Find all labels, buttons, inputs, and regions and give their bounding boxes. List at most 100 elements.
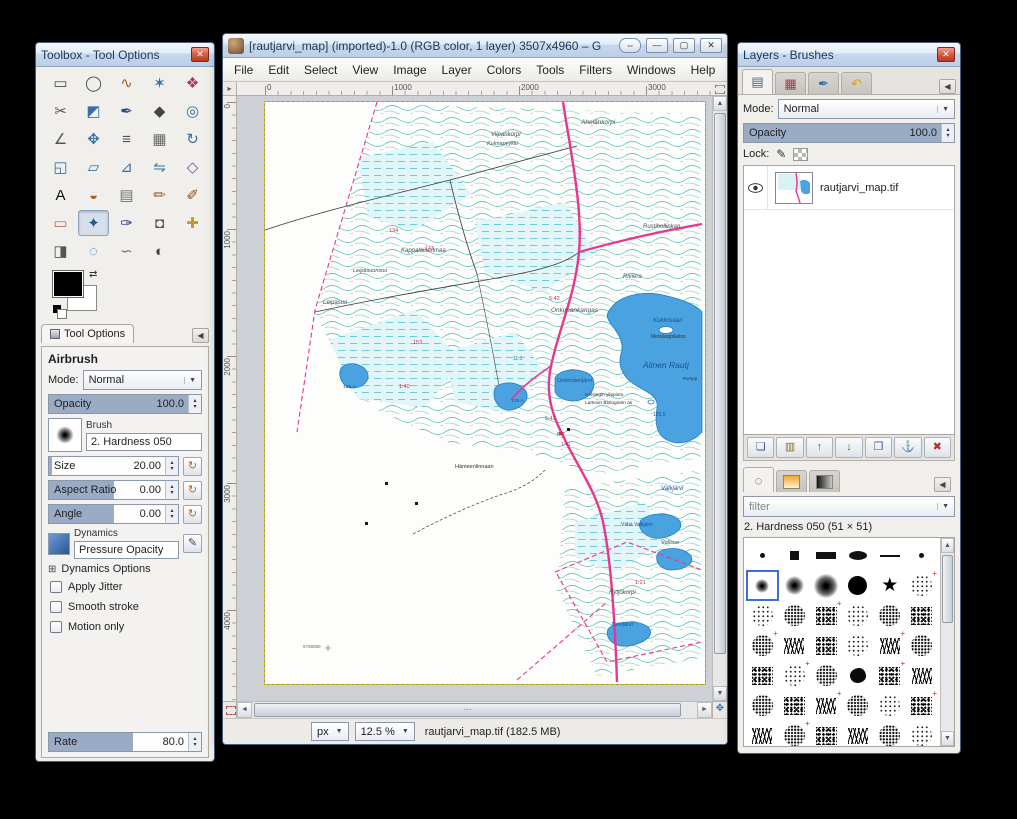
- scroll-down-button[interactable]: ▼: [713, 686, 727, 701]
- brush-scroll-track[interactable]: [941, 553, 954, 731]
- menu-help[interactable]: Help: [684, 61, 723, 79]
- tool-dodge-burn[interactable]: ◐: [144, 238, 175, 264]
- dock-tab-undo-history[interactable]: ↶: [841, 72, 872, 94]
- angle-reset-button[interactable]: ↻: [183, 505, 202, 524]
- lower-layer-button[interactable]: ↓: [835, 437, 862, 458]
- anchor-layer-button[interactable]: ⚓: [894, 437, 921, 458]
- brush-item[interactable]: [843, 541, 874, 570]
- dock-collapse-button[interactable]: ◀: [939, 79, 956, 94]
- brush-item[interactable]: [874, 541, 905, 570]
- layer-opacity-spin-buttons[interactable]: ▴▾: [941, 124, 954, 142]
- tool-eraser[interactable]: ▭: [45, 210, 76, 236]
- tool-smudge[interactable]: ∽: [111, 238, 142, 264]
- size-slider[interactable]: Size 20.00 ▴▾: [48, 456, 179, 476]
- tool-bucket-fill[interactable]: ◒: [78, 182, 109, 208]
- dock-tab-channels[interactable]: ▦: [775, 72, 806, 94]
- tool-zoom[interactable]: ◎: [177, 98, 208, 124]
- canvas-image[interactable]: AhelänkorpiViipankorpiKulmapyykkiRustiho…: [265, 102, 705, 684]
- horizontal-scrollbar[interactable]: ◄ ⋯ ►: [237, 701, 712, 718]
- brush-item[interactable]: [843, 691, 874, 720]
- option-smooth-stroke[interactable]: Smooth stroke: [50, 601, 202, 613]
- brush-scrollbar[interactable]: ▲ ▼: [940, 538, 954, 746]
- minimize-button[interactable]: —: [646, 38, 668, 53]
- tool-text[interactable]: A: [45, 182, 76, 208]
- brush-item[interactable]: [843, 571, 874, 600]
- aspect-reset-button[interactable]: ↻: [183, 481, 202, 500]
- image-titlebar[interactable]: [rautjarvi_map] (imported)-1.0 (RGB colo…: [223, 34, 727, 58]
- angle-spin-buttons[interactable]: ▴▾: [165, 505, 178, 523]
- tool-free-select[interactable]: ∿: [111, 70, 142, 96]
- tool-fuzzy-select[interactable]: ✶: [144, 70, 175, 96]
- layer-thumbnail[interactable]: [775, 172, 813, 204]
- layers-titlebar[interactable]: Layers - Brushes ✕: [738, 43, 960, 67]
- brush-item[interactable]: [906, 541, 937, 570]
- brush-preview-button[interactable]: [48, 418, 82, 452]
- brush-item[interactable]: +: [779, 721, 810, 746]
- tool-airbrush[interactable]: ✦: [78, 210, 109, 236]
- brush-item[interactable]: [906, 601, 937, 630]
- menu-file[interactable]: File: [227, 61, 260, 79]
- tool-paths[interactable]: ✒: [111, 98, 142, 124]
- menu-windows[interactable]: Windows: [620, 61, 683, 79]
- tool-perspective-clone[interactable]: ◨: [45, 238, 76, 264]
- default-colors-icon[interactable]: [53, 305, 61, 313]
- vertical-scrollbar[interactable]: ▲ ▼: [712, 96, 727, 701]
- brush-item[interactable]: [747, 601, 778, 630]
- brush-item[interactable]: +: [906, 571, 937, 600]
- delete-layer-button[interactable]: ✖: [924, 437, 951, 458]
- vertical-ruler[interactable]: 01000200030004000: [223, 96, 237, 701]
- tool-rectangle-select[interactable]: ▭: [45, 70, 76, 96]
- brush-item[interactable]: [843, 601, 874, 630]
- brush-item[interactable]: [779, 691, 810, 720]
- brush-item[interactable]: [843, 661, 874, 690]
- tool-alignment[interactable]: ≡: [111, 126, 142, 152]
- horizontal-ruler[interactable]: 0100020003000: [237, 82, 712, 96]
- menu-select[interactable]: Select: [297, 61, 344, 79]
- menu-view[interactable]: View: [345, 61, 385, 79]
- tool-scissors-select[interactable]: ✂: [45, 98, 76, 124]
- lock-alpha-icon[interactable]: [793, 148, 808, 161]
- quick-mask-toggle[interactable]: [223, 701, 237, 718]
- layer-row[interactable]: rautjarvi_map.tif: [744, 166, 954, 210]
- scroll-up-button[interactable]: ▲: [713, 96, 727, 111]
- size-reset-button[interactable]: ↻: [183, 457, 202, 476]
- brush-item[interactable]: +: [874, 631, 905, 660]
- scroll-left-button[interactable]: ◄: [237, 702, 252, 718]
- brush-item[interactable]: [843, 721, 874, 746]
- brush-scroll-thumb[interactable]: [942, 555, 953, 623]
- unit-select[interactable]: px ▼: [311, 722, 349, 741]
- brush-item[interactable]: [779, 571, 810, 600]
- swap-colors-icon[interactable]: ⇄: [89, 269, 97, 280]
- option-motion-only[interactable]: Motion only: [50, 621, 202, 633]
- brush-scroll-down-button[interactable]: ▼: [941, 731, 954, 746]
- tool-ellipse-select[interactable]: ◯: [78, 70, 109, 96]
- brush-item[interactable]: [747, 721, 778, 746]
- duplicate-layer-button[interactable]: ❐: [865, 437, 892, 458]
- tool-scale[interactable]: ◱: [45, 154, 76, 180]
- tool-heal[interactable]: ✚: [177, 210, 208, 236]
- brush-item[interactable]: +: [811, 691, 842, 720]
- tool-gradient[interactable]: ▤: [111, 182, 142, 208]
- dock-tab-brushes[interactable]: ◌: [743, 467, 774, 492]
- vscroll-thumb[interactable]: [714, 113, 726, 654]
- tool-measure[interactable]: ∠: [45, 126, 76, 152]
- dock-tab-paths[interactable]: ✒: [808, 72, 839, 94]
- option-apply-jitter[interactable]: Apply Jitter: [50, 581, 202, 593]
- brush-item[interactable]: +: [747, 631, 778, 660]
- brush-entry[interactable]: 2. Hardness 050: [86, 433, 202, 451]
- brush-item[interactable]: [906, 631, 937, 660]
- new-layer-button[interactable]: ❏: [747, 437, 774, 458]
- tool-flip[interactable]: ⇋: [144, 154, 175, 180]
- tool-blur-sharpen[interactable]: ◌: [78, 238, 109, 264]
- brush-item[interactable]: [747, 661, 778, 690]
- brush-item[interactable]: [874, 721, 905, 746]
- canvas[interactable]: AhelänkorpiViipankorpiKulmapyykkiRustiho…: [237, 96, 712, 701]
- hscroll-thumb[interactable]: ⋯: [254, 703, 681, 717]
- maximize-button[interactable]: ▢: [673, 38, 695, 53]
- dock-collapse-button[interactable]: ◀: [192, 328, 209, 343]
- tool-perspective[interactable]: ⊿: [111, 154, 142, 180]
- menu-colors[interactable]: Colors: [480, 61, 529, 79]
- menu-tools[interactable]: Tools: [529, 61, 571, 79]
- brush-item[interactable]: [811, 631, 842, 660]
- brush-item[interactable]: [843, 631, 874, 660]
